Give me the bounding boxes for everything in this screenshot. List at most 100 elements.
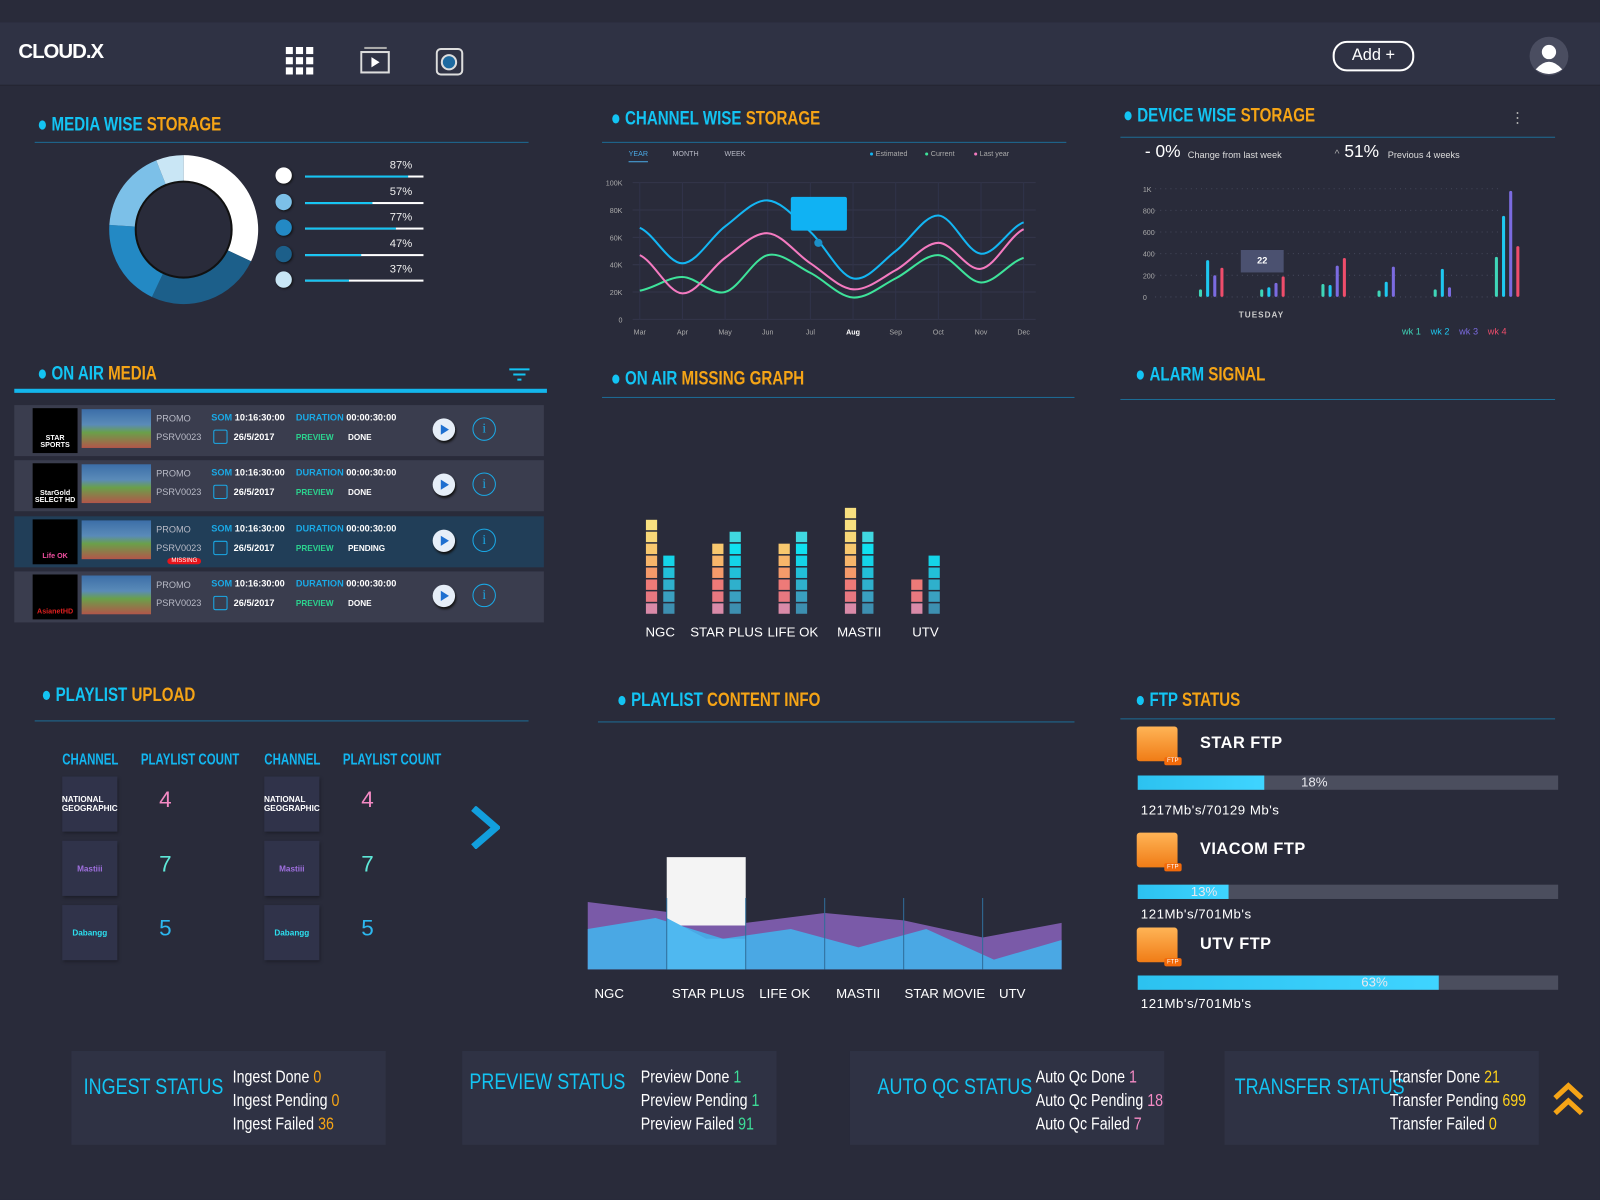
- add-button[interactable]: Add +: [1332, 40, 1415, 72]
- status-line: Ingest Failed 36: [232, 1114, 334, 1134]
- status: DONE: [347, 432, 372, 442]
- tab-week[interactable]: WEEK: [724, 151, 745, 158]
- channel-logo[interactable]: Mastiii: [62, 840, 118, 896]
- x-tick: MASTII: [836, 986, 880, 1001]
- info-button[interactable]: i: [472, 528, 496, 553]
- media-row[interactable]: AsianetHD PROMO PSRV0023 SOM 10:16:30:00…: [14, 571, 544, 623]
- channel-storage-title: CHANNEL WISE STORAGE: [612, 108, 820, 130]
- bar-segment: [928, 591, 940, 602]
- user-avatar-icon[interactable]: [1529, 36, 1570, 77]
- duration: DURATION 00:00:30:00: [295, 467, 397, 478]
- highlight-bar[interactable]: [666, 857, 746, 926]
- calendar-icon: [213, 595, 228, 611]
- y-tick: 0: [1143, 294, 1147, 302]
- ftp-folder-icon: FTP: [1136, 832, 1182, 872]
- bar: [1281, 276, 1285, 297]
- media-type: PROMO: [156, 413, 191, 424]
- channel-logo[interactable]: NATIONAL GEOGRAPHIC: [264, 776, 320, 832]
- channel-logo[interactable]: Mastiii: [264, 840, 320, 896]
- info-button[interactable]: i: [472, 417, 496, 441]
- channel-logo[interactable]: Dabangg: [62, 905, 118, 961]
- x-tick: UTV: [999, 986, 1026, 1001]
- divider: [14, 388, 547, 393]
- y-tick: 0: [618, 316, 622, 324]
- bar: [1321, 283, 1325, 297]
- preview-link[interactable]: PREVIEW: [296, 433, 334, 442]
- ftp-name: STAR FTP: [1199, 734, 1283, 753]
- col-channel: CHANNEL: [62, 751, 119, 769]
- channel-logo: Life OK: [32, 519, 78, 565]
- bar-segment: [862, 579, 874, 590]
- camera-icon[interactable]: [435, 46, 465, 77]
- channel-logo[interactable]: Dabangg: [264, 905, 320, 961]
- donut-hole: [134, 180, 233, 279]
- media-row[interactable]: StarGold SELECT HD PROMO PSRV0023 SOM 10…: [14, 460, 544, 512]
- y-tick: 200: [1143, 272, 1155, 280]
- legend-item: ● Estimated: [869, 151, 908, 159]
- legend-dot: [275, 167, 292, 184]
- logo[interactable]: CLOUD.X: [18, 41, 104, 64]
- bar-segment: [862, 567, 874, 578]
- bar-segment: [729, 555, 741, 567]
- bar-segment: [663, 567, 675, 578]
- duration: DURATION 00:00:30:00: [295, 578, 397, 589]
- play-button[interactable]: [432, 584, 456, 608]
- info-button[interactable]: i: [472, 472, 496, 496]
- bar-segment: [645, 531, 658, 543]
- media-thumbnail[interactable]: [81, 409, 152, 448]
- ftp-progress: 18%: [1137, 774, 1559, 790]
- channel-logo: StarGold SELECT HD: [32, 463, 78, 509]
- bar-segment: [862, 603, 874, 614]
- scroll-top-icon[interactable]: [1553, 1082, 1584, 1117]
- more-menu-icon[interactable]: ⋮: [1510, 109, 1524, 126]
- status-line: Transfer Done 21: [1389, 1067, 1500, 1087]
- bar-segment: [844, 555, 857, 567]
- x-tick: LIFE OK: [767, 625, 818, 640]
- play-button[interactable]: [432, 473, 456, 496]
- preview-link[interactable]: PREVIEW: [296, 488, 334, 497]
- status-line: Ingest Pending 0: [232, 1090, 340, 1111]
- bar-segment: [862, 555, 874, 567]
- bar: [1509, 190, 1513, 297]
- ftp-folder-icon: FTP: [1136, 927, 1182, 967]
- bar-segment: [645, 543, 658, 555]
- missing-badge: MISSING: [167, 558, 202, 565]
- date: 26/5/2017: [233, 486, 275, 497]
- play-button[interactable]: [432, 418, 456, 441]
- apps-grid-icon[interactable]: [285, 46, 315, 76]
- playlist-count: 4: [159, 786, 172, 813]
- media-thumbnail[interactable]: [81, 575, 152, 615]
- bar-segment: [663, 555, 675, 567]
- media-thumbnail[interactable]: [81, 464, 152, 504]
- y-tick: 40K: [610, 262, 623, 270]
- preview-link[interactable]: PREVIEW: [296, 599, 334, 608]
- media-thumbnail[interactable]: [81, 520, 152, 560]
- bar-segment: [712, 543, 724, 555]
- status-line: Preview Failed 91: [640, 1114, 754, 1134]
- tab-year[interactable]: YEAR: [628, 151, 649, 163]
- legend-dot: [275, 193, 292, 210]
- media-row[interactable]: Life OK PROMO PSRV0023 MISSING SOM 10:16…: [14, 516, 544, 568]
- bar-segment: [729, 567, 741, 578]
- tab-month[interactable]: MONTH: [672, 151, 698, 158]
- bar-segment: [928, 555, 940, 567]
- alarm-title: ALARM SIGNAL: [1136, 364, 1265, 386]
- bar-segment: [645, 519, 658, 531]
- playlist-count: 4: [361, 786, 374, 813]
- next-arrow-icon[interactable]: [469, 806, 500, 849]
- preview-link[interactable]: PREVIEW: [296, 544, 334, 553]
- ftp-folder-icon: FTP: [1136, 726, 1182, 766]
- video-library-icon[interactable]: [360, 46, 391, 75]
- info-button[interactable]: i: [472, 583, 496, 608]
- bar-segment: [712, 567, 724, 578]
- channel-logo[interactable]: NATIONAL GEOGRAPHIC: [62, 776, 118, 832]
- media-row[interactable]: STAR SPORTS PROMO PSRV0023 SOM 10:16:30:…: [14, 405, 544, 457]
- bar-segment: [844, 579, 857, 590]
- play-button[interactable]: [432, 529, 456, 553]
- bar: [1494, 256, 1498, 297]
- status: PENDING: [347, 543, 386, 554]
- legend-value: 37%: [389, 263, 413, 276]
- status-card-title: TRANSFER STATUS: [1234, 1073, 1405, 1099]
- filter-icon[interactable]: [509, 367, 530, 381]
- hover-point: [814, 238, 823, 247]
